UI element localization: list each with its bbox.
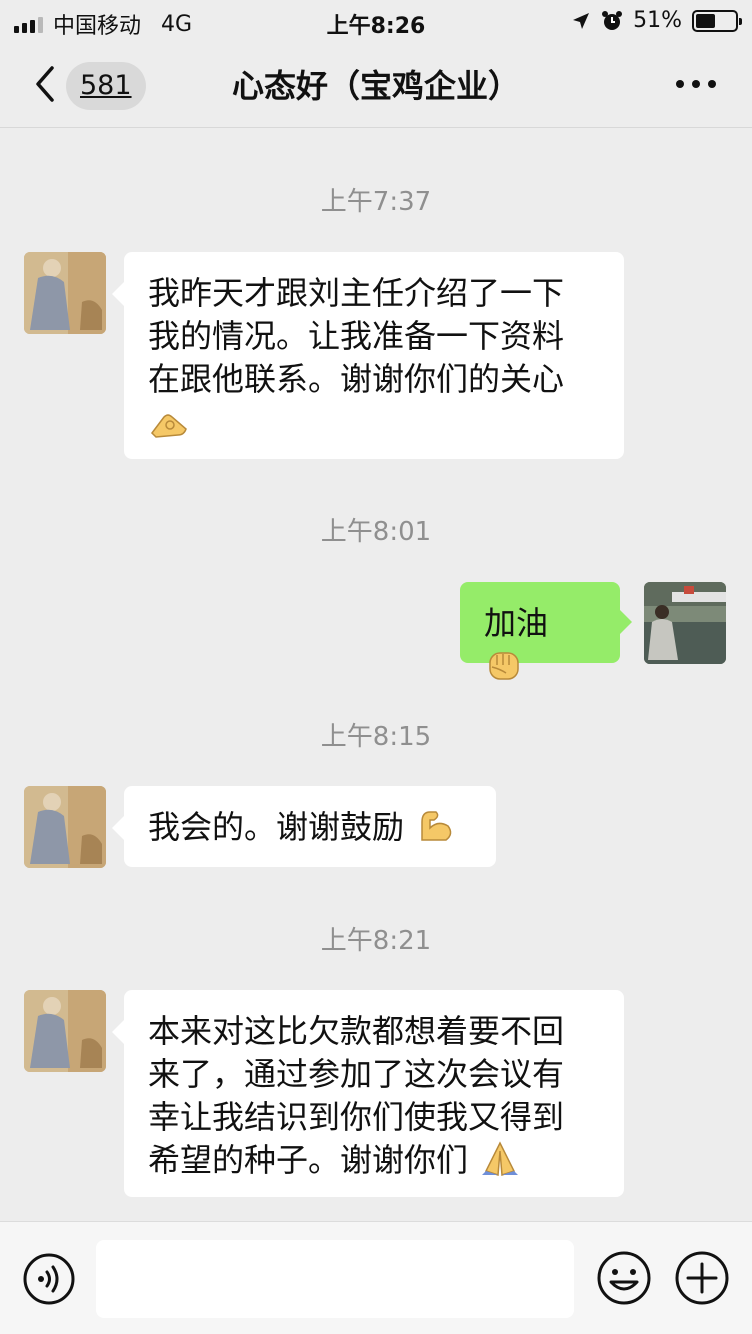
message-line: 来了，通过参加了这次会议有: [148, 1055, 565, 1093]
status-right: 51%: [571, 8, 742, 33]
status-bar: 中国移动 4G 上午8:26 51%: [0, 0, 752, 42]
flexed-biceps-icon: [421, 811, 452, 841]
message-line: 本来对这比欠款都想着要不回: [148, 1012, 565, 1050]
contact-avatar[interactable]: [24, 252, 106, 334]
more-options-icon[interactable]: [676, 80, 716, 88]
message-line: 幸让我结识到你们使我又得到: [148, 1098, 565, 1136]
message-text: 我会的。谢谢鼓励: [148, 808, 405, 846]
my-avatar[interactable]: [644, 582, 726, 664]
contact-avatar[interactable]: [24, 786, 106, 868]
fist-icon: [489, 652, 519, 680]
location-arrow-icon: [573, 12, 590, 29]
message-line: 我昨天才跟刘主任介绍了一下: [148, 274, 565, 312]
message-bubble-incoming[interactable]: 本来对这比欠款都想着要不回 来了，通过参加了这次会议有 幸让我结识到你们使我又得…: [112, 990, 624, 1197]
message-bubble-incoming[interactable]: 我会的。谢谢鼓励: [112, 786, 496, 867]
message-line: 我的情况。让我准备一下资料: [148, 317, 565, 355]
more-functions-plus-icon[interactable]: [674, 1250, 730, 1306]
timestamp: 上午8:15: [320, 722, 432, 752]
message-line: 希望的种子。谢谢你们: [148, 1141, 469, 1179]
timestamp: 上午8:01: [320, 517, 432, 547]
message-bubble-incoming[interactable]: 我昨天才跟刘主任介绍了一下 我的情况。让我准备一下资料 在跟他联系。谢谢你们的关…: [112, 252, 624, 459]
chat-title: 心态好（宝鸡企业）: [231, 67, 520, 105]
folded-hands-icon: [482, 1141, 519, 1177]
voice-input-icon[interactable]: [22, 1252, 76, 1306]
chat-header: 581 心态好（宝鸡企业）: [0, 42, 752, 128]
timestamp: 上午7:37: [320, 187, 432, 217]
battery-percent: 51%: [633, 8, 682, 33]
ok-hand-icon: [151, 414, 187, 438]
message-text: 加油: [484, 604, 549, 642]
emoji-picker-icon[interactable]: [596, 1250, 652, 1306]
message-bubble-outgoing[interactable]: 加油: [460, 582, 632, 680]
message-list[interactable]: 上午7:37 我昨天才跟刘主任介绍了一下 我的情况。让我准备一下资料 在跟他联系…: [0, 129, 752, 1221]
timestamp: 上午8:21: [320, 926, 432, 956]
battery-fill: [696, 13, 716, 28]
message-line: 在跟他联系。谢谢你们的关心: [148, 360, 565, 398]
contact-avatar[interactable]: [24, 990, 106, 1072]
battery-icon: [692, 9, 742, 32]
input-bar: [0, 1221, 752, 1334]
alarm-clock-icon: [602, 10, 623, 30]
message-input[interactable]: [96, 1240, 574, 1318]
